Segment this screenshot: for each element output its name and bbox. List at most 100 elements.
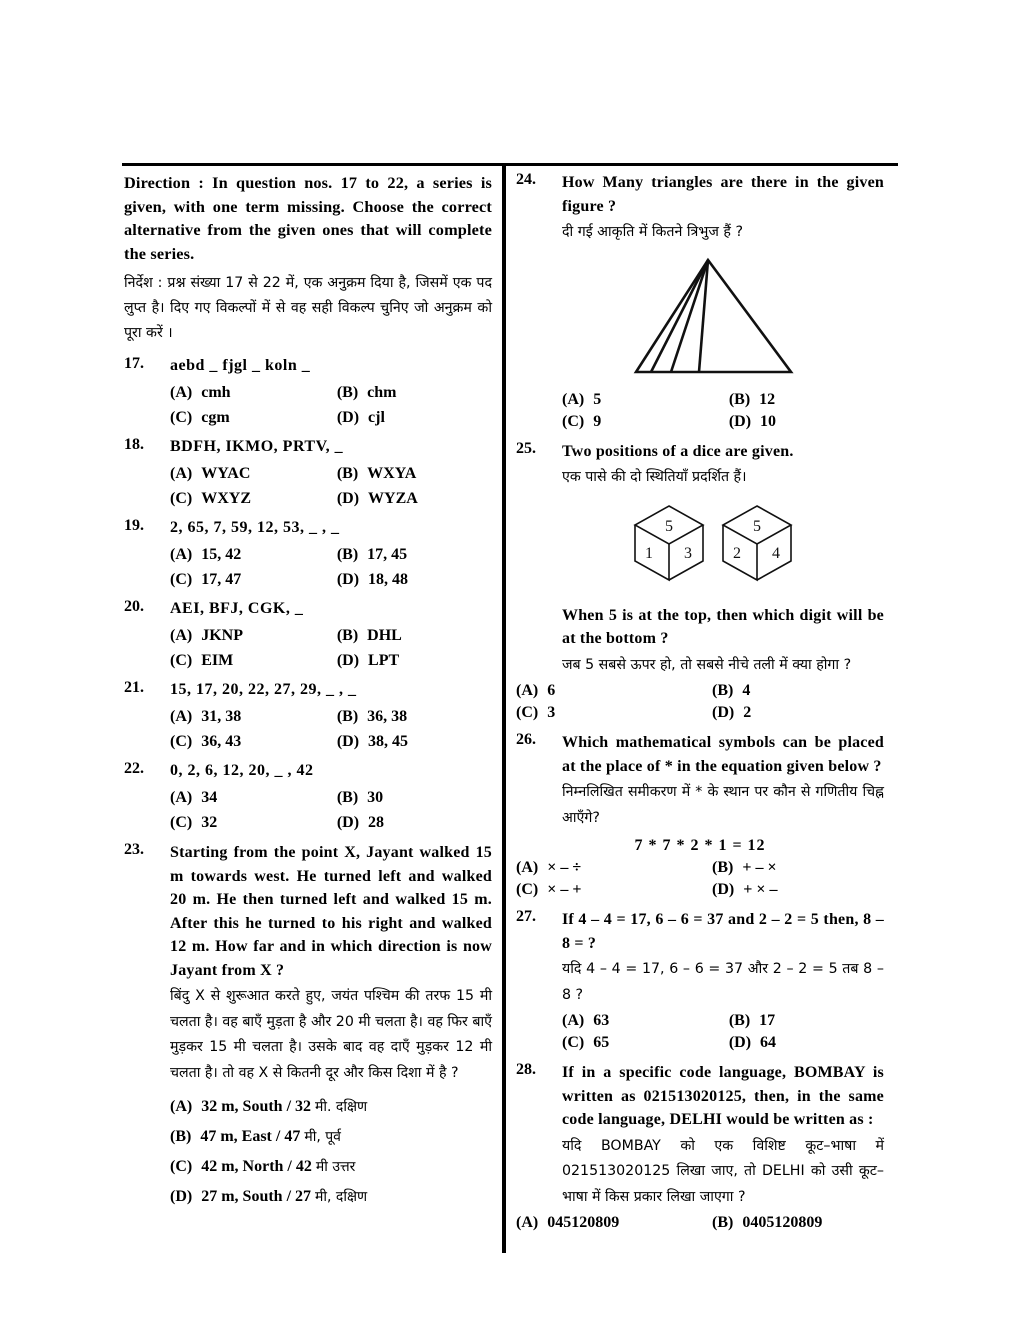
option-a[interactable]: (A) 63 (562, 1012, 729, 1030)
option-row: (A) 31, 38 (B) 36, 38 (170, 708, 492, 726)
option-c[interactable]: (C) 32 (170, 814, 337, 832)
option-d[interactable]: (D) 38, 45 (337, 733, 492, 751)
question-17: 17. aebd _ fjgl _ koln _ (A) cmh (B) chm (… (124, 355, 492, 427)
question-24: 24. How Many triangles are there in the … (516, 171, 884, 431)
option-b[interactable]: (B) DHL (337, 627, 492, 645)
options: (A) 63 (B) 17 (C) 65 (D) 64 (562, 1012, 884, 1052)
die1-right-face: 3 (684, 545, 692, 562)
question-text-hindi: दी गई आकृति में कितने त्रिभुज हैं ? (562, 224, 743, 240)
question-25: 25. Two positions of a dice are given. ए… (516, 440, 884, 723)
option-c[interactable]: (C) WXYZ (170, 490, 337, 508)
option-b[interactable]: (B) 0405120809 (712, 1214, 872, 1232)
option-b[interactable]: (B) 12 (729, 391, 884, 409)
option-a[interactable]: (A) WYAC (170, 465, 337, 483)
right-column: 24. How Many triangles are there in the … (516, 171, 884, 1232)
option-row: (C) 36, 43 (D) 38, 45 (170, 733, 492, 751)
question-stem: 0, 2, 6, 12, 20, _ , 42 (170, 762, 314, 779)
option-a[interactable]: (A) 5 (562, 391, 729, 409)
question-number: 19. (124, 517, 144, 534)
question-20: 20. AEI, BFJ, CGK, _ (A) JKNP (B) DHL (C) E… (124, 598, 492, 670)
option-d[interactable]: (D) 28 (337, 814, 492, 832)
option-d[interactable]: (D) cjl (337, 409, 492, 427)
option-c[interactable]: (C) 9 (562, 413, 729, 431)
question-stem: aebd _ fjgl _ koln _ (170, 357, 311, 374)
question-text-hindi-2: जब 5 सबसे ऊपर हो, तो सबसे नीचे तली में क… (562, 656, 852, 673)
option-d[interactable]: (D) 64 (729, 1034, 884, 1052)
option-b[interactable]: (B) 4 (712, 682, 872, 700)
option-d[interactable]: (D) 10 (729, 413, 884, 431)
option-d[interactable]: (D) 2 (712, 704, 872, 722)
question-text-english: If 4 – 4 = 17, 6 – 6 = 37 and 2 – 2 = 5 … (562, 911, 884, 952)
question-stem: BDFH, IKMO, PRTV, _ (170, 438, 344, 455)
options: (A) 5 (B) 12 (C) 9 (D) 10 (562, 391, 884, 431)
option-row: (A) cmh (B) chm (170, 384, 492, 402)
dice-figure: 5 1 3 5 2 4 (562, 503, 884, 590)
question-text-english: Which mathematical symbols can be placed… (562, 734, 884, 775)
exam-page: Direction : In question nos. 17 to 22, a… (122, 163, 898, 1258)
option-a[interactable]: (A) 34 (170, 789, 337, 807)
option-a[interactable]: (A) cmh (170, 384, 337, 402)
option-row: (A) × – ÷ (B) + – × (516, 859, 884, 877)
option-a[interactable]: (A) 32 m, South / 32 मी. दक्षिण (170, 1097, 367, 1116)
option-c[interactable]: (C) × – + (516, 881, 712, 899)
option-a[interactable]: (A) 6 (516, 682, 712, 700)
option-a[interactable]: (A) 15, 42 (170, 546, 337, 564)
option-row: (C) × – + (D) + × – (516, 881, 884, 899)
question-text-english: Starting from the point X, Jayant walked… (170, 844, 492, 979)
question-stem: AEI, BFJ, CGK, _ (170, 600, 304, 617)
option-row: (A) 63 (B) 17 (562, 1012, 884, 1030)
option-c[interactable]: (C) 36, 43 (170, 733, 337, 751)
question-number: 26. (516, 731, 536, 748)
option-row: (C) 17, 47 (D) 18, 48 (170, 571, 492, 589)
question-number: 28. (516, 1061, 536, 1078)
column-divider (502, 163, 506, 1253)
option-d[interactable]: (D) 27 m, South / 27 मी, दक्षिण (170, 1187, 367, 1206)
option-b[interactable]: (B) 17 (729, 1012, 884, 1030)
question-26: 26. Which mathematical symbols can be pl… (516, 731, 884, 899)
question-number: 27. (516, 908, 536, 925)
question-28: 28. If in a specific code language, BOMB… (516, 1061, 884, 1232)
option-row: (A) JKNP (B) DHL (170, 627, 492, 645)
option-b[interactable]: (B) 30 (337, 789, 492, 807)
question-number: 23. (124, 841, 144, 858)
question-text-hindi: यदि BOMBAY को एक विशिष्ट कूट–भाषा में 02… (562, 1137, 884, 1205)
option-b[interactable]: (B) chm (337, 384, 492, 402)
question-number: 20. (124, 598, 144, 615)
option-row: (C) 42 m, North / 42 मी उत्तर (170, 1157, 492, 1176)
options: (A) 34 (B) 30 (C) 32 (D) 28 (170, 789, 492, 832)
option-b[interactable]: (B) 17, 45 (337, 546, 492, 564)
option-row: (A) 5 (B) 12 (562, 391, 884, 409)
question-22: 22. 0, 2, 6, 12, 20, _ , 42 (A) 34 (B) 30 … (124, 760, 492, 832)
options: (A) × – ÷ (B) + – × (C) × – + (D) + × – (516, 859, 884, 899)
option-a[interactable]: (A) 045120809 (516, 1214, 712, 1232)
question-text-hindi: एक पासे की दो स्थितियाँ प्रदर्शित हैं। (562, 469, 747, 485)
option-d[interactable]: (D) + × – (712, 881, 872, 899)
option-d[interactable]: (D) LPT (337, 652, 492, 670)
option-c[interactable]: (C) 17, 47 (170, 571, 337, 589)
option-row: (D) 27 m, South / 27 मी, दक्षिण (170, 1187, 492, 1206)
option-b[interactable]: (B) WXYA (337, 465, 492, 483)
option-row: (A) 6 (B) 4 (516, 682, 884, 700)
option-d[interactable]: (D) WYZA (337, 490, 492, 508)
option-c[interactable]: (C) 65 (562, 1034, 729, 1052)
option-d[interactable]: (D) 18, 48 (337, 571, 492, 589)
option-c[interactable]: (C) cgm (170, 409, 337, 427)
question-number: 25. (516, 439, 536, 457)
option-a[interactable]: (A) × – ÷ (516, 859, 712, 877)
page-top-rule (122, 163, 898, 166)
option-row: (B) 47 m, East / 47 मी, पूर्व (170, 1127, 492, 1146)
option-b[interactable]: (B) 47 m, East / 47 मी, पूर्व (170, 1127, 341, 1146)
equation: 7 * 7 * 2 * 1 = 12 (634, 837, 766, 854)
question-number: 22. (124, 760, 144, 777)
option-c[interactable]: (C) EIM (170, 652, 337, 670)
direction-english: Direction : In question nos. 17 to 22, a… (124, 173, 492, 263)
options: (A) 15, 42 (B) 17, 45 (C) 17, 47 (D) 18, 48 (170, 546, 492, 589)
option-a[interactable]: (A) JKNP (170, 627, 337, 645)
option-b[interactable]: (B) 36, 38 (337, 708, 492, 726)
question-text-english-2: When 5 is at the top, then which digit w… (562, 606, 884, 648)
option-row: (C) 3 (D) 2 (516, 704, 884, 722)
option-b[interactable]: (B) + – × (712, 859, 872, 877)
option-c[interactable]: (C) 42 m, North / 42 मी उत्तर (170, 1157, 355, 1176)
option-a[interactable]: (A) 31, 38 (170, 708, 337, 726)
option-c[interactable]: (C) 3 (516, 704, 712, 722)
